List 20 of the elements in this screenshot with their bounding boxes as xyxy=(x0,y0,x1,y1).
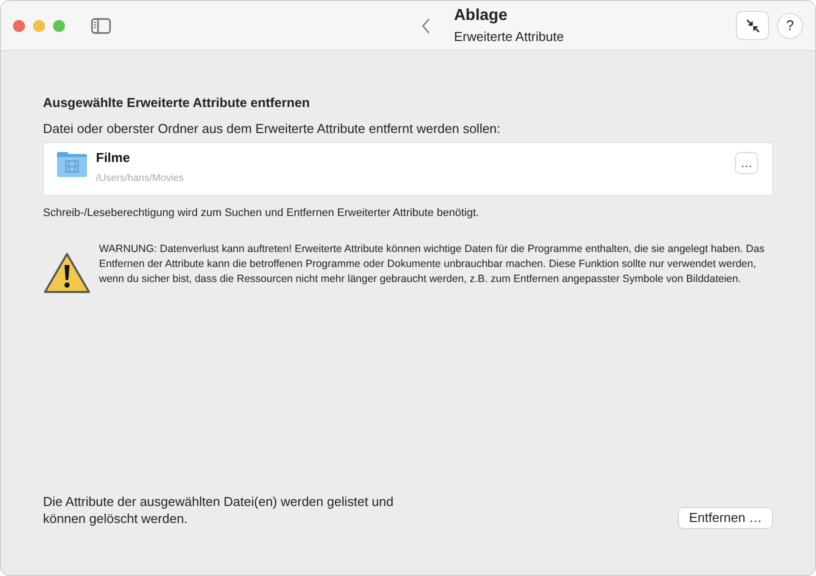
folder-icon xyxy=(56,150,88,178)
sidebar-toggle-icon[interactable] xyxy=(91,18,111,34)
window-subtitle: Erweiterte Attribute xyxy=(454,28,564,46)
close-button[interactable] xyxy=(13,20,25,32)
window-title: Ablage xyxy=(454,6,508,26)
collapse-button[interactable] xyxy=(736,11,769,40)
zoom-button[interactable] xyxy=(53,20,65,32)
warning-icon xyxy=(43,252,91,294)
back-icon[interactable] xyxy=(421,16,431,34)
file-name: Filme xyxy=(96,149,131,167)
help-button[interactable]: ? xyxy=(777,12,803,38)
footer-note: Die Attribute der ausgewählten Datei(en) werden gelistet und können gelöscht werden. xyxy=(43,493,394,527)
prompt-text: Datei oder oberster Ordner aus dem Erweiterte Attribute entfernt werden sollen: xyxy=(43,120,502,138)
permission-note: Schreib-/Leseberechtigung wird zum Suchen und Entfernen Erweiterter Attribute benötigt. xyxy=(43,206,480,221)
remove-button[interactable]: Entfernen … xyxy=(678,507,773,529)
browse-button[interactable]: … xyxy=(735,152,758,174)
section-title: Ausgewählte Erweiterte Attribute entfernen xyxy=(43,94,311,112)
collapse-icon xyxy=(746,18,760,32)
file-path: /Users/hans/Movies xyxy=(96,172,184,186)
warning-text: WARNUNG: Datenverlust kann auftreten! Erweiterte Attribute können wichtige Daten für die Programme enthalten, die sie angelegt haben. Das Entfernen der Attribute kann die betroffenen Programme oder Dokumente unbrauchbar machen. Diese Funktion sollte nur verwendet werden, wenn du sicher bist, dass die Ressourcen nicht mehr länger gebraucht werden, z.B. zum Entfernen angepasster Symbole von Bilddateien. xyxy=(99,242,766,286)
